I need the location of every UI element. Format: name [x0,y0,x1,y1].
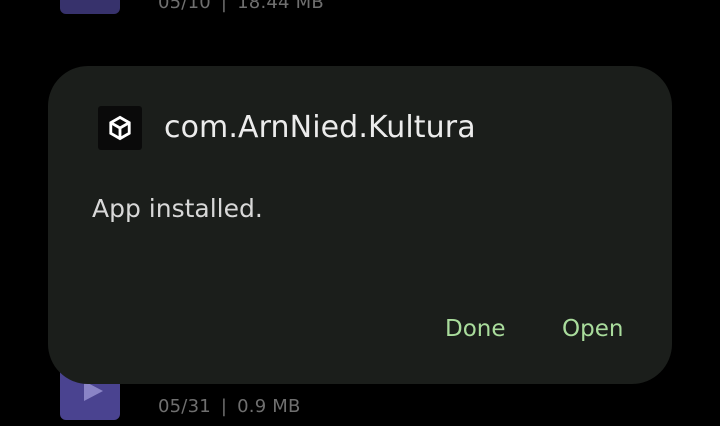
done-button[interactable]: Done [441,314,510,344]
file-size: 18.44 MB [237,0,324,13]
unity-logo-icon [98,106,142,150]
meta-separator: | [220,0,228,13]
open-button[interactable]: Open [558,314,627,344]
install-dialog: com.ArnNied.Kultura App installed. Done … [48,66,672,384]
install-status-message: App installed. [92,194,263,223]
file-meta: 05/10 | 18.44 MB [158,0,324,13]
file-meta: 05/31 | 0.9 MB [158,396,301,417]
meta-separator: | [220,396,228,417]
file-size: 0.9 MB [237,396,301,417]
file-date: 05/10 [158,0,211,13]
file-thumbnail[interactable] [60,0,120,14]
file-date: 05/31 [158,396,211,417]
app-name: com.ArnNied.Kultura [164,110,476,145]
